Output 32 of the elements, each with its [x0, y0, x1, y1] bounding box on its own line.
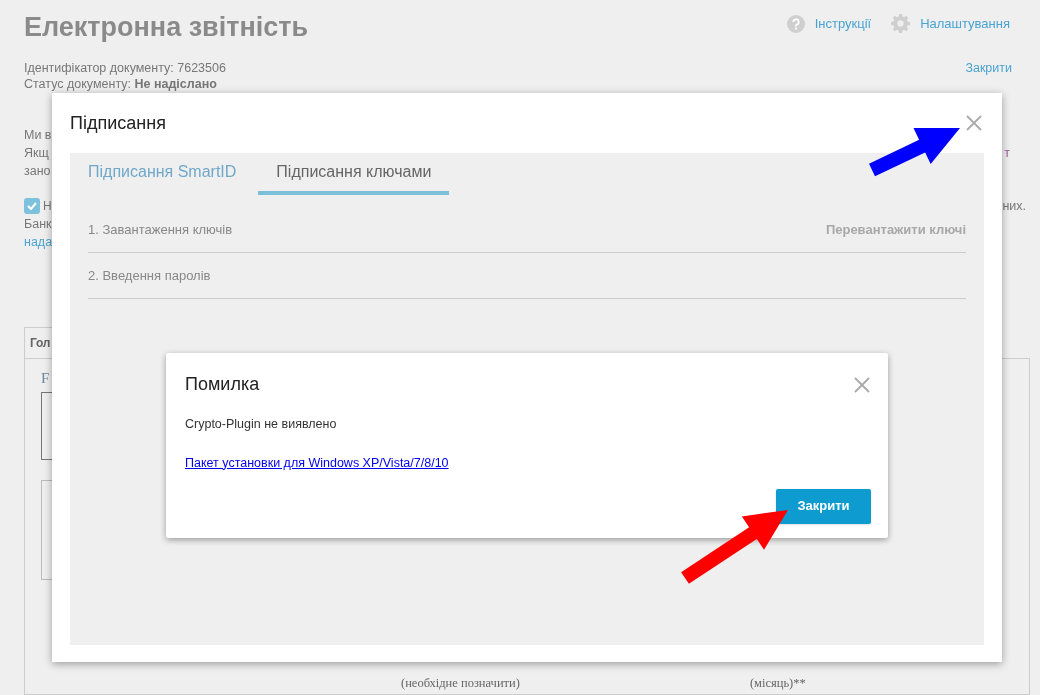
- settings-icon: [891, 14, 911, 34]
- notice-text: Якщ: [24, 145, 49, 162]
- installer-link[interactable]: Пакет установки для Windows XP/Vista/7/8/10: [185, 453, 449, 473]
- help-icon: [786, 14, 805, 33]
- form-caption: (місяць)**: [749, 675, 806, 693]
- error-message: Crypto-Plugin не виявлено: [185, 416, 338, 433]
- close-button[interactable]: [964, 113, 984, 133]
- consent-text: Банк: [24, 216, 52, 233]
- dialog-title: Помилка: [185, 373, 260, 396]
- header-link[interactable]: Інструкції: [786, 14, 872, 34]
- notice-link[interactable]: т: [1004, 144, 1010, 162]
- step-label: 2. Введення паролів: [88, 266, 211, 285]
- notice-text: Ми в: [24, 127, 52, 144]
- notice-text: зано: [24, 163, 51, 180]
- check-icon: [27, 202, 37, 210]
- form-caption: (необхідне позначити): [401, 675, 520, 693]
- step-label: 1. Завантаження ключів: [88, 220, 233, 239]
- document-id: Ідентифікатор документу: 7623506: [24, 60, 226, 76]
- checkbox[interactable]: [24, 198, 40, 214]
- consent-text: Н: [43, 198, 52, 215]
- close-dialog-button[interactable]: Закрити: [776, 488, 871, 524]
- close-button[interactable]: [853, 375, 871, 394]
- dialog-title: Підписання: [70, 111, 166, 135]
- page-title: Електронна звітність: [24, 11, 309, 44]
- consent-link[interactable]: нада: [24, 233, 53, 251]
- form-text: F: [41, 369, 50, 388]
- signing-tab[interactable]: Підписання ключами: [258, 153, 450, 195]
- consent-text: них.: [1002, 198, 1026, 215]
- close-link[interactable]: Закрити: [965, 60, 1012, 76]
- signing-tab[interactable]: Підписання SmartID: [88, 153, 237, 195]
- document-status: Статус документу: Не надіслано: [24, 76, 218, 92]
- header-link[interactable]: Налаштування: [891, 14, 1010, 34]
